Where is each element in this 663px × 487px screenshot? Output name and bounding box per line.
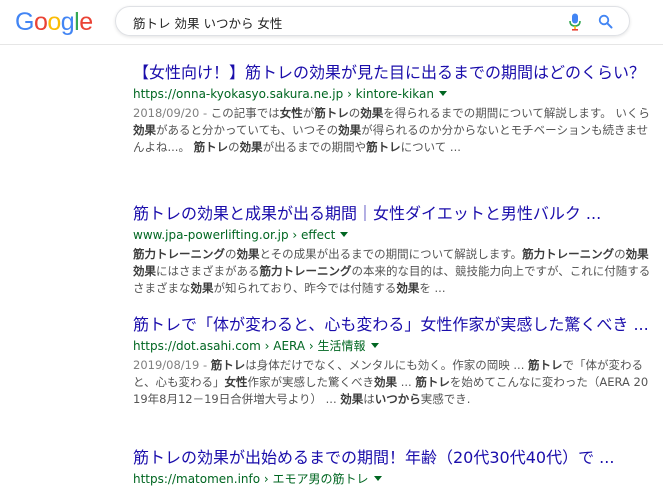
result-item: 筋トレの効果が出始めるまでの期間！年齢（20代30代40代）で ... http… — [133, 447, 653, 487]
search-box[interactable]: 筋トレ 効果 いつから 女性 — [115, 6, 630, 36]
result-url-text[interactable]: https://onna-kyokasyo.sakura.ne.jp › kin… — [133, 87, 434, 101]
result-item: 筋トレで「体が変わると、心も変わる」女性作家が実感した驚くべき ... http… — [133, 314, 653, 408]
result-url[interactable]: https://onna-kyokasyo.sakura.ne.jp › kin… — [133, 86, 653, 102]
search-icon[interactable] — [598, 14, 613, 29]
caret-down-icon[interactable] — [438, 91, 447, 96]
result-snippet: 2019/08/19 - 筋トレは身体だけでなく、メンタルにも効く。作家の岡映 … — [133, 358, 649, 406]
result-title-link[interactable]: 筋トレで「体が変わると、心も変わる」女性作家が実感した驚くべき ... — [133, 314, 653, 335]
result-url[interactable]: https://matomen.info › エモア男の筋トレ — [133, 471, 653, 487]
result-title-link[interactable]: 【女性向け！】筋トレの効果が見た目に出るまでの期間はどのくらい？ — [133, 62, 653, 83]
logo-letter: o — [47, 8, 61, 36]
caret-down-icon[interactable] — [340, 232, 349, 237]
result-title-link[interactable]: 筋トレの効果が出始めるまでの期間！年齢（20代30代40代）で ... — [133, 447, 653, 468]
header-bar: Google 筋トレ 効果 いつから 女性 — [0, 0, 663, 45]
logo-letter: o — [33, 8, 48, 36]
logo-letter: e — [79, 8, 93, 36]
result-snippet: 筋力トレーニングの効果とその成果が出るまでの期間について解説します。筋力トレーニ… — [133, 247, 651, 295]
result-snippet: 2018/09/20 - この記事では女性が筋トレの効果を得られるまでの期間につ… — [133, 106, 650, 154]
result-url-text[interactable]: www.jpa-powerlifting.or.jp › effect — [133, 228, 335, 242]
result-title-link[interactable]: 筋トレの効果と成果が出る期間｜女性ダイエットと男性バルク ... — [133, 203, 653, 224]
result-url-text[interactable]: https://matomen.info › エモア男の筋トレ — [133, 472, 369, 486]
result-item: 筋トレの効果と成果が出る期間｜女性ダイエットと男性バルク ... www.jpa… — [133, 203, 653, 297]
google-logo[interactable]: Google — [15, 8, 93, 36]
caret-down-icon[interactable] — [370, 343, 379, 348]
logo-letter: G — [15, 8, 34, 36]
microphone-icon[interactable] — [568, 13, 582, 31]
result-url[interactable]: www.jpa-powerlifting.or.jp › effect — [133, 227, 653, 243]
logo-letter: g — [60, 8, 75, 36]
result-url-text[interactable]: https://dot.asahi.com › AERA › 生活情報 — [133, 339, 366, 353]
result-url[interactable]: https://dot.asahi.com › AERA › 生活情報 — [133, 338, 653, 354]
search-input[interactable]: 筋トレ 効果 いつから 女性 — [133, 13, 282, 32]
result-item: 【女性向け！】筋トレの効果が見た目に出るまでの期間はどのくらい？ https:/… — [133, 62, 653, 156]
